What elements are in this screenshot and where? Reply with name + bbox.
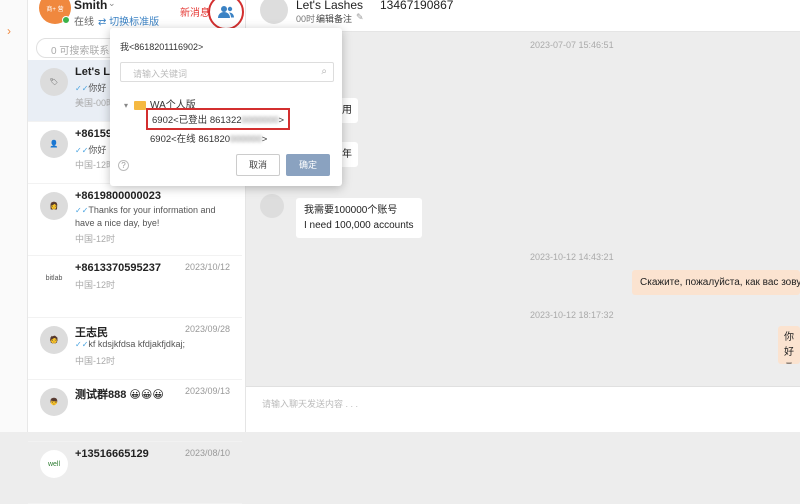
contact-date: 2023/09/13 [184,386,230,396]
contact-date: 2023/08/10 [184,448,230,458]
popup-title: 我<8618201116902> [120,42,204,52]
read-tick-icon: ✓✓ [75,146,89,155]
user-name[interactable]: Smith [74,0,107,12]
avatar-text: bitlab [45,274,63,282]
user-status: 在线 [74,17,94,28]
contact-avatar: 👩 [40,192,68,220]
contact-location: 中国-12时 [75,356,116,366]
contact-avatar: well [40,450,68,478]
new-message-label[interactable]: 新消息 [180,4,210,19]
message-timestamp: 2023-10-12 18:17:32 [530,310,614,320]
tree-item-label-end: > [261,134,268,145]
contact-last-msg: ✓✓kf kdsjkfdsa kfdjakfjdkaj; [75,339,185,349]
read-tick-icon: ✓✓ [75,206,89,215]
redacted-text: 0000000 [241,115,279,126]
tree-item-label: 6902<已登出 861322 [152,115,242,126]
contact-avatar: 👤 [40,130,68,158]
tree-expand-icon[interactable]: ▾ [124,101,128,110]
message-text-cn: 我需要100000个账号 [304,205,398,216]
tree-item-account[interactable]: 6902<已登出 8613220000000> [146,108,291,130]
redacted-text: 000000 [230,134,262,145]
message-text: 你好 [784,332,794,358]
contact-location: 中国-12时 [75,234,116,244]
contact-avatar: 🧑 [40,326,68,354]
contact-location: 中国-12时 [75,160,116,170]
chat-contact-time: 00时 [296,14,316,24]
logo-text: 商+ 营 [46,6,64,13]
avatar-text: well [47,460,61,468]
contact-name: +8613370595237 [75,262,161,274]
confirm-button[interactable]: 确定 [286,154,330,176]
contact-last-msg: ✓✓Thanks for your information and [75,205,216,215]
left-strip: › [0,0,28,432]
contact-avatar: 🏷 [40,68,68,96]
contact-name: +86159 [75,128,113,140]
contact-avatar: bitlab [40,264,68,292]
popup-search-input[interactable]: 请输入关键词 ⌕ [120,62,334,82]
contact-name: 王志民 [75,327,108,339]
contact-item[interactable]: 🧑 王志民 2023/09/28 ✓✓kf kdsjkfdsa kfdjakfj… [28,318,242,380]
tree-item-label-end: > [278,115,285,126]
tree-item-account[interactable]: 6902<在线 861820000000> [146,129,271,147]
message-input-placeholder: 请输入聊天发送内容 . . . [262,399,359,409]
contact-location: 中国-12时 [75,280,116,290]
contact-item[interactable]: bitlab +8613370595237 2023/10/12 中国-12时 [28,256,242,318]
message-timestamp: 2023-07-07 15:46:51 [530,40,614,50]
message-avatar [260,194,284,218]
message-bubble-outgoing: 你好 こん [778,326,800,364]
message-timestamp: 2023-10-12 14:43:21 [530,252,614,262]
contact-item[interactable]: well +13516665129 2023/08/10 [28,442,242,504]
contact-name: 测试群888 😀😀😀 [75,389,164,401]
contact-location: 美国-00时 [75,98,116,108]
search-icon[interactable]: ⌕ [321,66,327,77]
message-bubble: 我需要100000个账号 I need 100,000 accounts [296,198,422,238]
message-bubble-outgoing: Скажите, пожалуйста, как вас зову [632,270,800,295]
edit-icon[interactable]: ✎ [356,12,364,23]
switch-label: 切换标准版 [109,17,160,28]
folder-icon [134,100,147,110]
message-text-en: I need 100,000 accounts [304,220,414,231]
popup-search-placeholder: 请输入关键词 [133,69,188,79]
online-status-dot [62,16,70,24]
contact-name: +13516665129 [75,448,149,460]
read-tick-icon: ✓✓ [75,340,89,349]
chat-contact-phone: 13467190867 [380,0,454,12]
read-tick-icon: ✓✓ [75,84,89,93]
tree-item-label: 6902<在线 861820 [150,134,231,145]
contact-last-msg-line2: have a nice day, bye! [75,218,160,228]
contacts-button[interactable] [208,0,244,30]
contact-item[interactable]: 👩 +8619800000023 ✓✓Thanks for your infor… [28,184,242,256]
contacts-icon [218,6,234,18]
chevron-down-icon[interactable]: ⌄ [108,0,116,9]
chat-contact-name: Let's Lashes [296,0,364,12]
account-select-popup: 我<8618201116902> 请输入关键词 ⌕ ▾ WA个人版 6902<已登… [110,28,342,186]
edit-note-link[interactable]: 编辑备注 [316,12,352,25]
expand-arrow-icon[interactable]: › [7,24,11,38]
cancel-button[interactable]: 取消 [236,154,280,176]
chat-avatar[interactable] [260,0,288,24]
contact-item[interactable]: 👦 测试群888 😀😀😀 2023/09/13 [28,380,242,442]
contact-date: 2023/09/28 [184,324,230,334]
contact-date: 2023/10/12 [184,262,230,272]
message-text: こん [784,360,800,364]
help-icon[interactable]: ? [118,160,129,171]
contact-name: +8619800000023 [75,190,161,202]
message-input-area[interactable]: 请输入聊天发送内容 . . . [246,386,800,432]
contact-avatar: 👦 [40,388,68,416]
switch-standard-link[interactable]: ⇄ 切换标准版 [98,13,159,28]
